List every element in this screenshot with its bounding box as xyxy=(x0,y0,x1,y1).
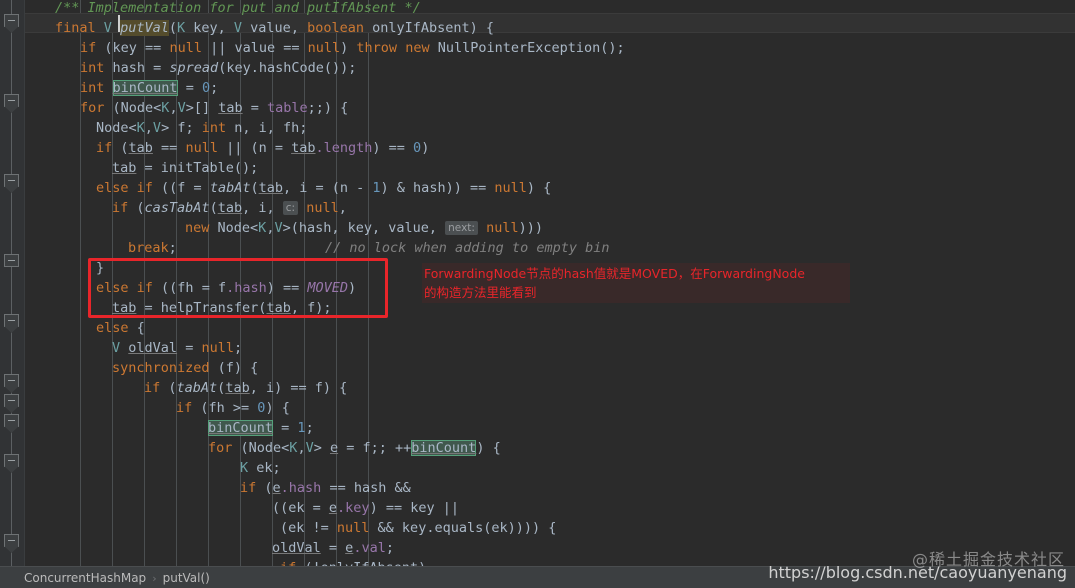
code-line[interactable]: oldVal = e.val; xyxy=(272,538,394,558)
code-line[interactable]: int binCount = 0; xyxy=(80,78,218,98)
fold-marker-icon[interactable] xyxy=(4,534,19,547)
code-line[interactable]: if (fh >= 0) { xyxy=(176,398,290,418)
code-line[interactable]: if (tabAt(tab, i) == f) { xyxy=(144,378,347,398)
code-comment-line[interactable]: // no lock when adding to empty bin xyxy=(325,238,609,258)
code-line[interactable]: final V putVal(K key, V value, boolean o… xyxy=(55,18,494,38)
code-line[interactable]: (ek != null && key.equals(ek)))) { xyxy=(280,518,556,538)
code-line[interactable]: } xyxy=(96,258,104,278)
code-line[interactable]: for (Node<K,V>[] tab = table;;) { xyxy=(80,98,348,118)
code-line[interactable]: Node<K,V> f; int n, i, fh; xyxy=(96,118,307,138)
inline-comment: // no lock when adding to empty bin xyxy=(325,240,610,256)
code-line[interactable]: else { xyxy=(96,318,145,338)
code-line[interactable]: tab = initTable(); xyxy=(112,158,258,178)
fold-marker-icon[interactable] xyxy=(4,94,19,107)
fold-marker-icon[interactable] xyxy=(4,14,19,27)
fold-marker-icon[interactable] xyxy=(4,174,19,187)
fold-marker-icon[interactable] xyxy=(4,454,19,467)
fold-marker-icon[interactable] xyxy=(4,394,19,407)
fold-marker-icon[interactable] xyxy=(4,414,19,427)
fold-marker-icon[interactable] xyxy=(4,374,19,387)
code-line[interactable]: tab = helpTransfer(tab, f); xyxy=(112,298,331,318)
bincount-identifier[interactable]: binCount xyxy=(112,80,178,96)
code-line[interactable]: V oldVal = null; xyxy=(112,338,242,358)
javadoc-comment: /** Implementation for put and putIfAbse… xyxy=(55,0,421,16)
code-line[interactable]: if (e.hash == hash && xyxy=(240,478,411,498)
code-line[interactable]: for (Node<K,V> e = f;; ++binCount) { xyxy=(208,438,501,458)
bincount-identifier[interactable]: binCount xyxy=(411,440,477,456)
annotation-note-text: ForwardingNode节点的hash值就是MOVED，在Forwardin… xyxy=(422,263,850,303)
code-line[interactable]: ((ek = e.key) == key || xyxy=(272,498,459,518)
code-line[interactable]: else if ((f = tabAt(tab, i = (n - 1) & h… xyxy=(96,178,551,198)
code-line[interactable]: new Node<K,V>(hash, key, value, next: nu… xyxy=(185,218,543,238)
code-line[interactable]: if (casTabAt(tab, i, c: null, xyxy=(112,198,347,218)
fold-marker-icon[interactable] xyxy=(4,314,19,327)
code-line[interactable]: binCount = 1; xyxy=(208,418,314,438)
code-line[interactable]: else if ((fh = f.hash) == MOVED) xyxy=(96,278,356,298)
code-line[interactable]: int hash = spread(key.hashCode()); xyxy=(80,58,356,78)
code-line[interactable]: break; xyxy=(128,238,177,258)
breadcrumb-item-class[interactable]: ConcurrentHashMap xyxy=(24,571,146,585)
code-line[interactable]: if (!onlyIfAbsent) xyxy=(280,558,426,566)
breadcrumb-separator-icon: › xyxy=(152,571,157,585)
code-line[interactable]: if (key == null || value == null) throw … xyxy=(80,38,625,58)
status-bar: ConcurrentHashMap › putVal() xyxy=(0,566,1075,588)
code-line[interactable]: K ek; xyxy=(240,458,281,478)
breadcrumb-item-method[interactable]: putVal() xyxy=(163,571,210,585)
bincount-identifier[interactable]: binCount xyxy=(208,420,274,436)
code-line[interactable]: synchronized (f) { xyxy=(112,358,258,378)
code-line[interactable]: if (tab == null || (n = tab.length) == 0… xyxy=(96,138,429,158)
breadcrumb[interactable]: ConcurrentHashMap › putVal() xyxy=(0,571,210,585)
parameter-hint-c: c: xyxy=(282,201,299,215)
code-editor-screenshot: /** Implementation for put and putIfAbse… xyxy=(0,0,1075,588)
gutter-rail xyxy=(11,0,12,566)
code-line[interactable]: /** Implementation for put and putIfAbse… xyxy=(55,0,421,18)
editor-gutter[interactable] xyxy=(0,0,25,566)
fold-marker-icon[interactable] xyxy=(4,254,19,267)
parameter-hint-next: next: xyxy=(445,221,478,235)
putval-identifier[interactable]: putVal xyxy=(120,20,169,36)
